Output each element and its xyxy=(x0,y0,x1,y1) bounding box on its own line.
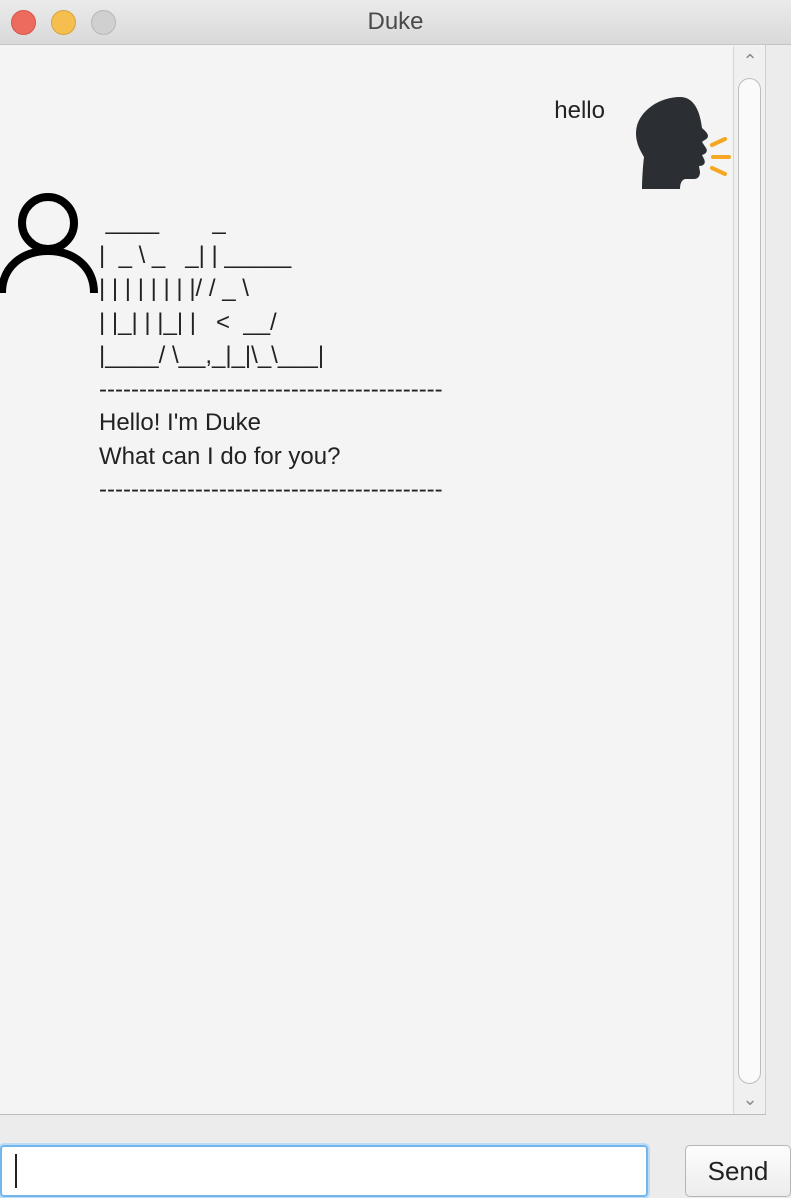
send-button[interactable]: Send xyxy=(685,1145,791,1197)
text-caret xyxy=(15,1154,17,1188)
message-input[interactable] xyxy=(0,1145,648,1197)
chevron-up-icon[interactable]: ⌃ xyxy=(734,46,766,76)
window-title: Duke xyxy=(367,8,424,35)
chevron-down-icon[interactable]: ⌄ xyxy=(734,1084,766,1114)
dialog-scroll-pane[interactable]: hello ____ _ | _ \ _ _| | _____ | | | | … xyxy=(0,45,766,1115)
app-window: Duke hello ____ _ | _ \ _ _| | _____ | |… xyxy=(0,0,791,1198)
user-message-text: hello xyxy=(554,97,605,124)
speaking-head-icon xyxy=(636,97,731,189)
duke-message-text: ____ _ | _ \ _ _| | _____ | | | | | | | … xyxy=(99,208,443,503)
scrollbar-thumb[interactable] xyxy=(738,78,761,1084)
vertical-scrollbar[interactable]: ⌃ ⌄ xyxy=(733,46,765,1114)
title-bar[interactable]: Duke xyxy=(0,0,791,45)
person-outline-icon xyxy=(0,193,98,294)
